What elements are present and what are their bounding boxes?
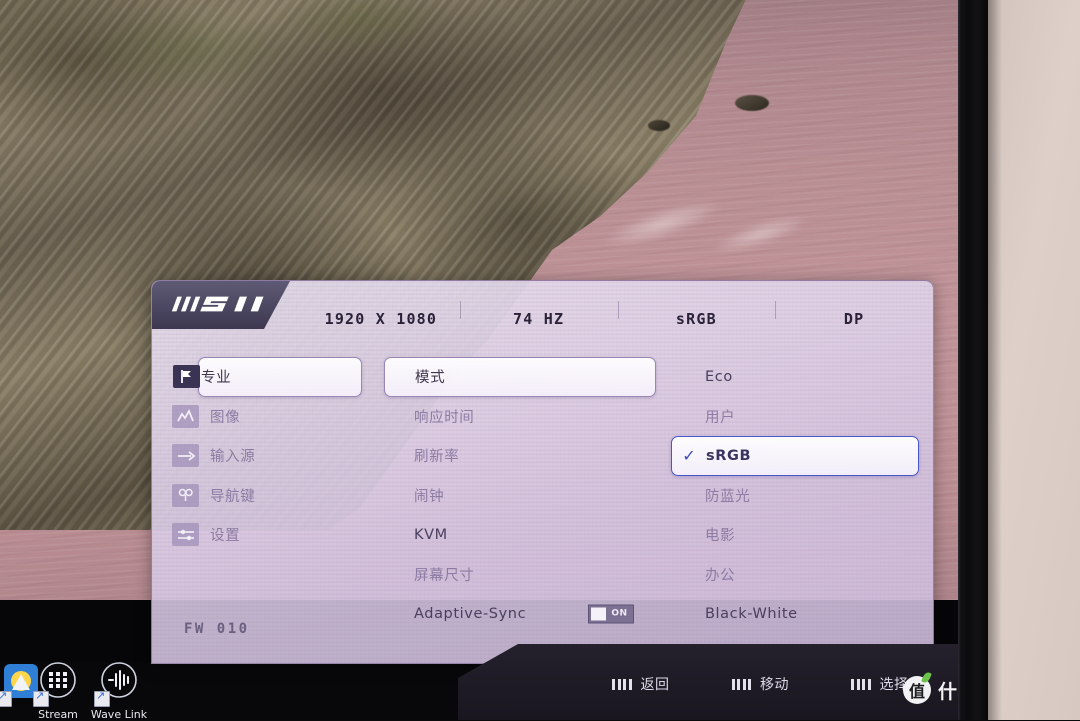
mode-option-label: sRGB: [706, 447, 752, 464]
input-arrow-icon: [172, 444, 199, 468]
msi-logo-tab: [152, 281, 290, 329]
sidebar-item-input-source[interactable]: 输入源: [172, 436, 362, 476]
desktop-icon-wave-link[interactable]: Wave Link: [86, 660, 152, 721]
menu-item-adaptive-sync[interactable]: Adaptive-Sync ON: [384, 594, 656, 634]
nav-hint-move[interactable]: 移动: [731, 674, 790, 694]
mode-option-label: Eco: [705, 368, 733, 385]
sidebar-item-settings[interactable]: 设置: [172, 515, 362, 555]
menu-item-label: 刷新率: [414, 449, 460, 466]
desktop-icon-stream-deck[interactable]: Stream: [25, 660, 91, 721]
mode-option-movie[interactable]: 电影: [671, 515, 919, 555]
monitor-screen: Stream Wave Link: [0, 0, 1080, 721]
settings-sliders-icon: [172, 523, 199, 547]
toggle-knob: [591, 607, 606, 621]
cliff-moss: [30, 0, 460, 140]
sea-rock-large: [735, 95, 769, 111]
mode-option-anti-blue-light[interactable]: 防蓝光: [671, 476, 919, 516]
osd-navigation-hints: 返回 移动 选择: [612, 672, 909, 696]
menu-item-kvm[interactable]: KVM: [384, 515, 656, 555]
sidebar-item-label: 导航键: [210, 488, 256, 505]
menu-item-label: 响应时间: [414, 409, 475, 426]
msi-logo-icon: [171, 296, 264, 312]
mode-option-eco[interactable]: Eco: [671, 357, 919, 397]
nav-hint-back[interactable]: 返回: [612, 674, 670, 694]
osd-middle-column: 模式 响应时间 刷新率 闹钟 KVM 屏幕尺寸 Adaptive-Sync ON: [384, 357, 656, 634]
wave-link-icon: [94, 660, 142, 707]
checkmark-icon: ✓: [682, 446, 696, 466]
header-color-mode: sRGB: [617, 301, 776, 328]
image-mountain-icon: [172, 404, 199, 428]
sidebar-item-label: 设置: [210, 528, 241, 545]
navigation-joystick-icon: [172, 483, 199, 507]
sidebar-item-label: 图像: [210, 409, 241, 426]
menu-item-label: 屏幕尺寸: [414, 567, 475, 584]
menu-item-refresh-rate[interactable]: 刷新率: [384, 436, 656, 476]
osd-sidebar: 专业 图像 输入源 导航键 设置: [172, 357, 362, 555]
menu-item-label: 闹钟: [414, 488, 445, 505]
sidebar-item-label: 输入源: [210, 449, 256, 466]
osd-header: 1920 X 1080 74 HZ sRGB DP: [302, 295, 933, 343]
menu-item-label: 模式: [415, 370, 446, 387]
osd-right-column: Eco 用户 ✓ sRGB 防蓝光 电影 办公 Black-White: [671, 357, 919, 634]
stream-deck-icon: [33, 660, 81, 707]
mode-option-user[interactable]: 用户: [671, 397, 919, 437]
menu-item-response-time[interactable]: 响应时间: [384, 397, 656, 437]
header-resolution: 1920 X 1080: [324, 310, 438, 328]
adaptive-sync-toggle[interactable]: ON: [588, 604, 634, 624]
sidebar-item-navigation-key[interactable]: 导航键: [172, 476, 362, 516]
pro-flag-icon: [173, 365, 200, 389]
menu-item-screen-size[interactable]: 屏幕尺寸: [384, 555, 656, 595]
sidebar-item-image[interactable]: 图像: [172, 397, 362, 437]
mode-option-label: 办公: [705, 567, 736, 584]
mode-option-office[interactable]: 办公: [671, 555, 919, 595]
monitor-bezel-highlight: [958, 0, 961, 720]
menu-item-label: KVM: [414, 526, 448, 543]
osd-columns: 专业 图像 输入源 导航键 设置 模式 响应时间 刷新率 闹钟 KVM 屏幕尺寸…: [152, 357, 933, 631]
monitor-bezel: [958, 0, 990, 720]
menu-item-label: Adaptive-Sync: [414, 605, 527, 622]
menu-item-mode[interactable]: 模式: [384, 357, 656, 397]
four-bars-icon: [851, 678, 871, 690]
firmware-version: FW 010: [184, 621, 250, 637]
mode-option-label: 用户: [705, 409, 736, 426]
shortcut-arrow-icon: [0, 689, 12, 707]
sidebar-item-pro[interactable]: 专业: [173, 357, 362, 397]
desktop-icon-label: Stream: [38, 708, 78, 721]
nav-hint-label: 移动: [760, 677, 789, 693]
mode-option-label: 防蓝光: [705, 488, 751, 505]
osd-body: 1920 X 1080 74 HZ sRGB DP 专业 图像 输入源 导航键 …: [151, 280, 934, 664]
header-refresh-rate: 74 HZ: [459, 301, 618, 328]
nav-hint-label: 返回: [640, 677, 670, 693]
mode-option-srgb[interactable]: ✓ sRGB: [671, 436, 919, 476]
shortcut-arrow-icon: [33, 689, 49, 707]
four-bars-icon: [731, 678, 751, 690]
watermark-badge-icon: 值: [903, 676, 931, 704]
shortcut-arrow-icon: [94, 689, 110, 707]
four-bars-icon: [612, 678, 632, 690]
sea-rock-small: [648, 120, 670, 131]
nav-hint-select[interactable]: 选择: [851, 674, 909, 694]
desktop-icon-label: Wave Link: [90, 708, 148, 721]
header-input-source: DP: [775, 301, 933, 328]
menu-item-alarm-clock[interactable]: 闹钟: [384, 476, 656, 516]
wall-shadow: [988, 0, 1002, 720]
sidebar-item-label: 专业: [201, 370, 232, 387]
mode-option-label: 电影: [705, 528, 736, 545]
osd-menu: 1920 X 1080 74 HZ sRGB DP 专业 图像 输入源 导航键 …: [151, 266, 934, 664]
toggle-state-label: ON: [611, 608, 628, 619]
mode-option-black-white[interactable]: Black-White: [671, 594, 919, 634]
mode-option-label: Black-White: [705, 605, 798, 622]
